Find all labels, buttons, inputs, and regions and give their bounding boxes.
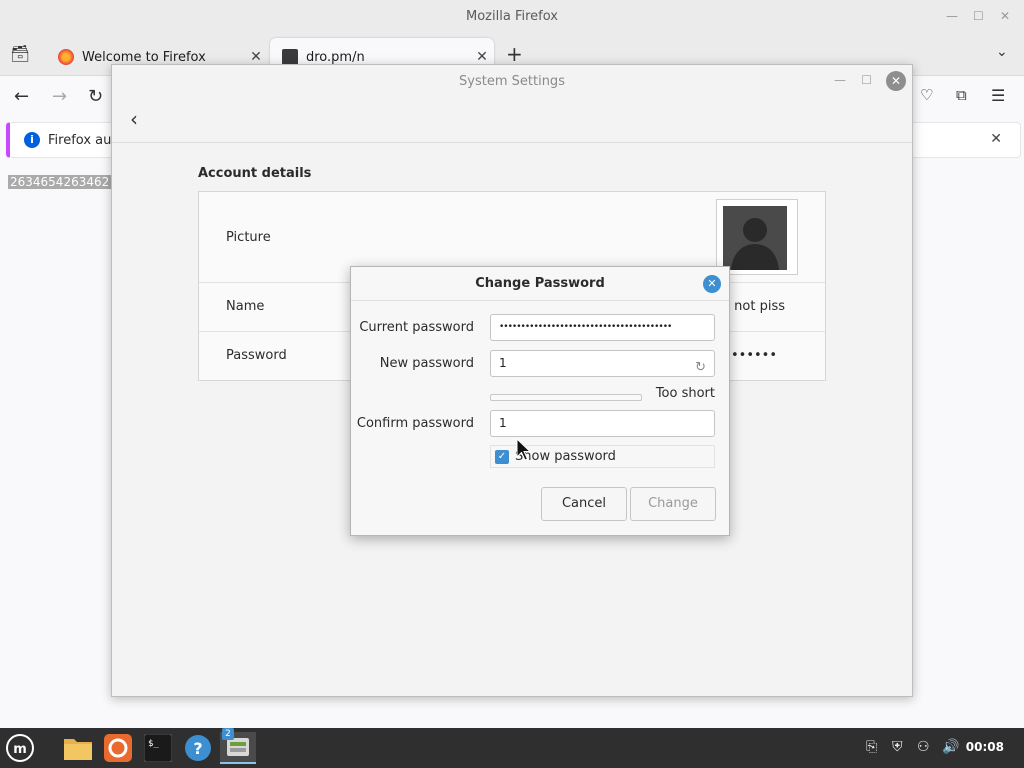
confirm-password-label: Confirm password: [356, 416, 474, 431]
terminal-icon[interactable]: $_: [142, 732, 174, 764]
menu-icon[interactable]: ☰: [991, 86, 1005, 105]
name-label: Name: [226, 299, 265, 314]
maximize-icon[interactable]: ☐: [861, 73, 872, 87]
window-count-badge: 2: [222, 728, 234, 740]
minimize-icon[interactable]: —: [834, 73, 846, 87]
mint-menu-icon[interactable]: m: [4, 732, 36, 764]
shield-icon[interactable]: ⛨: [892, 739, 903, 755]
avatar: [723, 206, 787, 270]
close-icon[interactable]: ✕: [886, 71, 906, 91]
volume-icon[interactable]: 🔊: [942, 739, 959, 755]
confirm-password-input[interactable]: 1: [490, 410, 715, 437]
password-strength-bar: [490, 394, 642, 401]
close-icon[interactable]: ✕: [1000, 9, 1010, 23]
new-password-input[interactable]: 1 ↻: [490, 350, 715, 377]
firefox-window-title: Mozilla Firefox: [466, 9, 558, 24]
taskbar: m $_ ? 2 ⎘ ⛨ ⚇ 🔊 00:08: [0, 728, 1024, 768]
close-tab-icon[interactable]: ✕: [244, 49, 268, 65]
firefox-taskbar-icon[interactable]: [102, 732, 134, 764]
selected-page-text: 2634654263462: [8, 175, 112, 189]
settings-window-title: System Settings: [459, 74, 565, 89]
new-tab-icon[interactable]: +: [506, 42, 523, 66]
files-folder-icon[interactable]: [62, 732, 94, 764]
generate-password-icon[interactable]: ↻: [695, 355, 706, 376]
password-strength-label: Too short: [655, 386, 715, 401]
account-details-heading: Account details: [198, 166, 312, 181]
firefox-titlebar: Mozilla Firefox — ☐ ✕: [0, 0, 1024, 34]
picture-label: Picture: [226, 230, 271, 245]
clock[interactable]: 00:08: [966, 740, 1004, 754]
svg-text:m: m: [13, 742, 27, 757]
tab-manager-icon[interactable]: 🗃: [10, 44, 30, 63]
dialog-titlebar: Change Password ✕: [351, 267, 729, 301]
checkmark-icon: ✓: [495, 449, 509, 464]
avatar-button[interactable]: [716, 199, 798, 275]
network-icon[interactable]: ⚇: [917, 739, 930, 755]
extensions-icon[interactable]: ⧉: [956, 86, 967, 104]
help-icon[interactable]: ?: [182, 732, 214, 764]
reload-icon[interactable]: ↻: [88, 86, 103, 107]
current-password-label: Current password: [359, 320, 474, 335]
tab-label: dro.pm/n: [306, 49, 365, 65]
settings-header: System Settings — ☐ ✕ ‹: [112, 65, 912, 143]
mouse-cursor-icon: [516, 438, 532, 461]
password-value: ••••••: [730, 348, 777, 363]
maximize-icon[interactable]: ☐: [973, 9, 984, 23]
svg-text:$_: $_: [148, 739, 159, 749]
info-icon: i: [24, 132, 40, 148]
clipboard-icon[interactable]: ⎘: [866, 739, 877, 755]
change-button[interactable]: Change: [630, 487, 716, 521]
close-notification-icon[interactable]: ✕: [990, 131, 1002, 147]
chevron-down-icon[interactable]: ⌄: [996, 44, 1008, 60]
new-password-label: New password: [379, 356, 474, 371]
back-chevron-icon[interactable]: ‹: [130, 107, 138, 131]
password-label: Password: [226, 348, 287, 363]
name-value: e not piss: [722, 299, 785, 314]
user-silhouette-icon: [723, 206, 787, 270]
close-icon[interactable]: ✕: [703, 275, 721, 293]
tab-label: Welcome to Firefox: [82, 49, 206, 65]
new-password-value: 1: [499, 356, 507, 370]
forward-icon[interactable]: →: [52, 86, 67, 107]
close-tab-icon[interactable]: ✕: [470, 49, 494, 65]
firefox-logo-icon: [58, 49, 74, 65]
svg-text:?: ?: [193, 739, 202, 758]
settings-taskbar-icon[interactable]: 2: [220, 728, 256, 764]
cancel-button[interactable]: Cancel: [541, 487, 627, 521]
change-password-dialog: Change Password ✕ Current password •••••…: [350, 266, 730, 536]
terminal-favicon-icon: [282, 49, 298, 65]
dialog-title: Change Password: [475, 276, 605, 291]
pocket-icon[interactable]: ♡: [920, 86, 933, 104]
minimize-icon[interactable]: —: [946, 9, 958, 23]
back-icon[interactable]: ←: [14, 86, 29, 107]
current-password-input[interactable]: ••••••••••••••••••••••••••••••••••••••••: [490, 314, 715, 341]
notification-text: Firefox aut: [48, 132, 117, 148]
